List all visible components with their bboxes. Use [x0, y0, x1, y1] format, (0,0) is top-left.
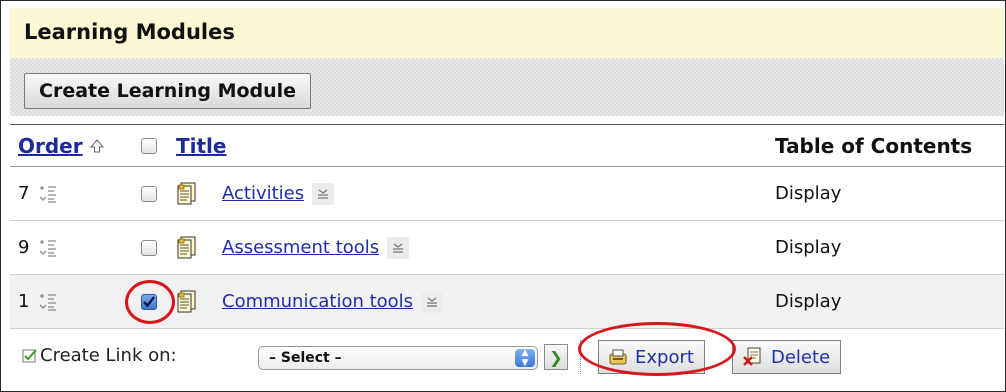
toc-cell: Display — [775, 275, 841, 328]
toc-value: Display — [775, 237, 842, 258]
select-arrows-icon[interactable]: ▲ ▼ — [515, 348, 535, 368]
module-title-link[interactable]: Assessment tools — [222, 237, 379, 258]
order-value: 9 — [18, 237, 30, 258]
reorder-icon[interactable] — [37, 183, 59, 205]
export-label: Export — [635, 346, 694, 368]
reorder-icon[interactable] — [37, 291, 59, 313]
modules-table: Order Title Table of Contents 7 Activiti… — [10, 124, 1004, 329]
module-title-link[interactable]: Activities — [222, 183, 304, 204]
title-cell: Activities — [222, 167, 335, 220]
title-header: Title — [176, 125, 226, 166]
toolbar-separator — [580, 340, 581, 374]
export-button[interactable]: Export — [598, 340, 705, 374]
selection-checkbox-icon — [22, 348, 38, 364]
toc-cell: Display — [775, 167, 841, 220]
learning-module-icon — [176, 236, 198, 260]
go-arrow-icon: ❯ — [549, 347, 563, 367]
bulk-actions-bar: Create Link on: – Select – ▲▼ ❯ Export — [10, 330, 1004, 382]
order-value: 1 — [18, 291, 30, 312]
module-icon-cell — [176, 275, 198, 328]
title-cell: Assessment tools — [222, 221, 410, 274]
export-icon — [609, 348, 627, 366]
row-checkbox-cell — [141, 167, 157, 220]
select-all-cell — [141, 125, 157, 166]
title-cell: Communication tools — [222, 275, 444, 328]
go-button[interactable]: ❯ — [544, 344, 568, 370]
toc-value: Display — [775, 183, 842, 204]
order-sort-link[interactable]: Order — [18, 134, 83, 158]
select-value: – Select – — [269, 350, 342, 366]
delete-icon — [743, 347, 763, 367]
delete-button[interactable]: Delete — [732, 340, 842, 374]
title-sort-link[interactable]: Title — [176, 134, 226, 158]
sort-ascending-icon[interactable] — [89, 138, 104, 153]
order-cell: 1 — [18, 275, 59, 328]
row-checkbox-cell — [141, 275, 157, 328]
delete-label: Delete — [771, 346, 831, 368]
table-row: 1 Communication tools Display — [10, 275, 1004, 329]
select-all-checkbox[interactable] — [141, 137, 157, 154]
module-title-link[interactable]: Communication tools — [222, 291, 413, 312]
row-checkbox[interactable] — [141, 293, 157, 310]
order-cell: 7 — [18, 167, 59, 220]
bulk-actions-row: Create Link on: – Select – ▲▼ ❯ Export — [10, 330, 1004, 382]
toc-value: Display — [775, 291, 842, 312]
context-menu-icon[interactable] — [421, 290, 444, 313]
order-cell: 9 — [18, 221, 59, 274]
toc-header: Table of Contents — [775, 125, 972, 166]
order-header: Order — [18, 125, 104, 166]
row-checkbox-cell — [141, 221, 157, 274]
row-checkbox[interactable] — [141, 185, 157, 202]
table-header-row: Order Title Table of Contents — [10, 125, 1004, 167]
reorder-icon[interactable] — [37, 237, 59, 259]
create-link-select[interactable]: – Select – ▲ ▼ — [258, 346, 538, 370]
toc-header-label: Table of Contents — [775, 133, 973, 158]
title-bar: Learning Modules — [10, 8, 1004, 58]
context-menu-icon[interactable] — [312, 182, 335, 205]
create-link-label: Create Link on: — [40, 345, 177, 366]
table-row: 7 Activities Display — [10, 167, 1004, 221]
learning-module-icon — [176, 290, 198, 314]
toc-cell: Display — [775, 221, 841, 274]
table-row: 9 Assessment tools Display — [10, 221, 1004, 275]
module-icon-cell — [176, 221, 198, 274]
create-learning-module-button[interactable]: Create Learning Module — [24, 73, 312, 109]
order-value: 7 — [18, 183, 30, 204]
context-menu-icon[interactable] — [387, 236, 410, 259]
row-checkbox[interactable] — [141, 239, 157, 256]
page-title: Learning Modules — [24, 20, 235, 44]
module-icon-cell — [176, 167, 198, 220]
learning-module-icon — [176, 182, 198, 206]
